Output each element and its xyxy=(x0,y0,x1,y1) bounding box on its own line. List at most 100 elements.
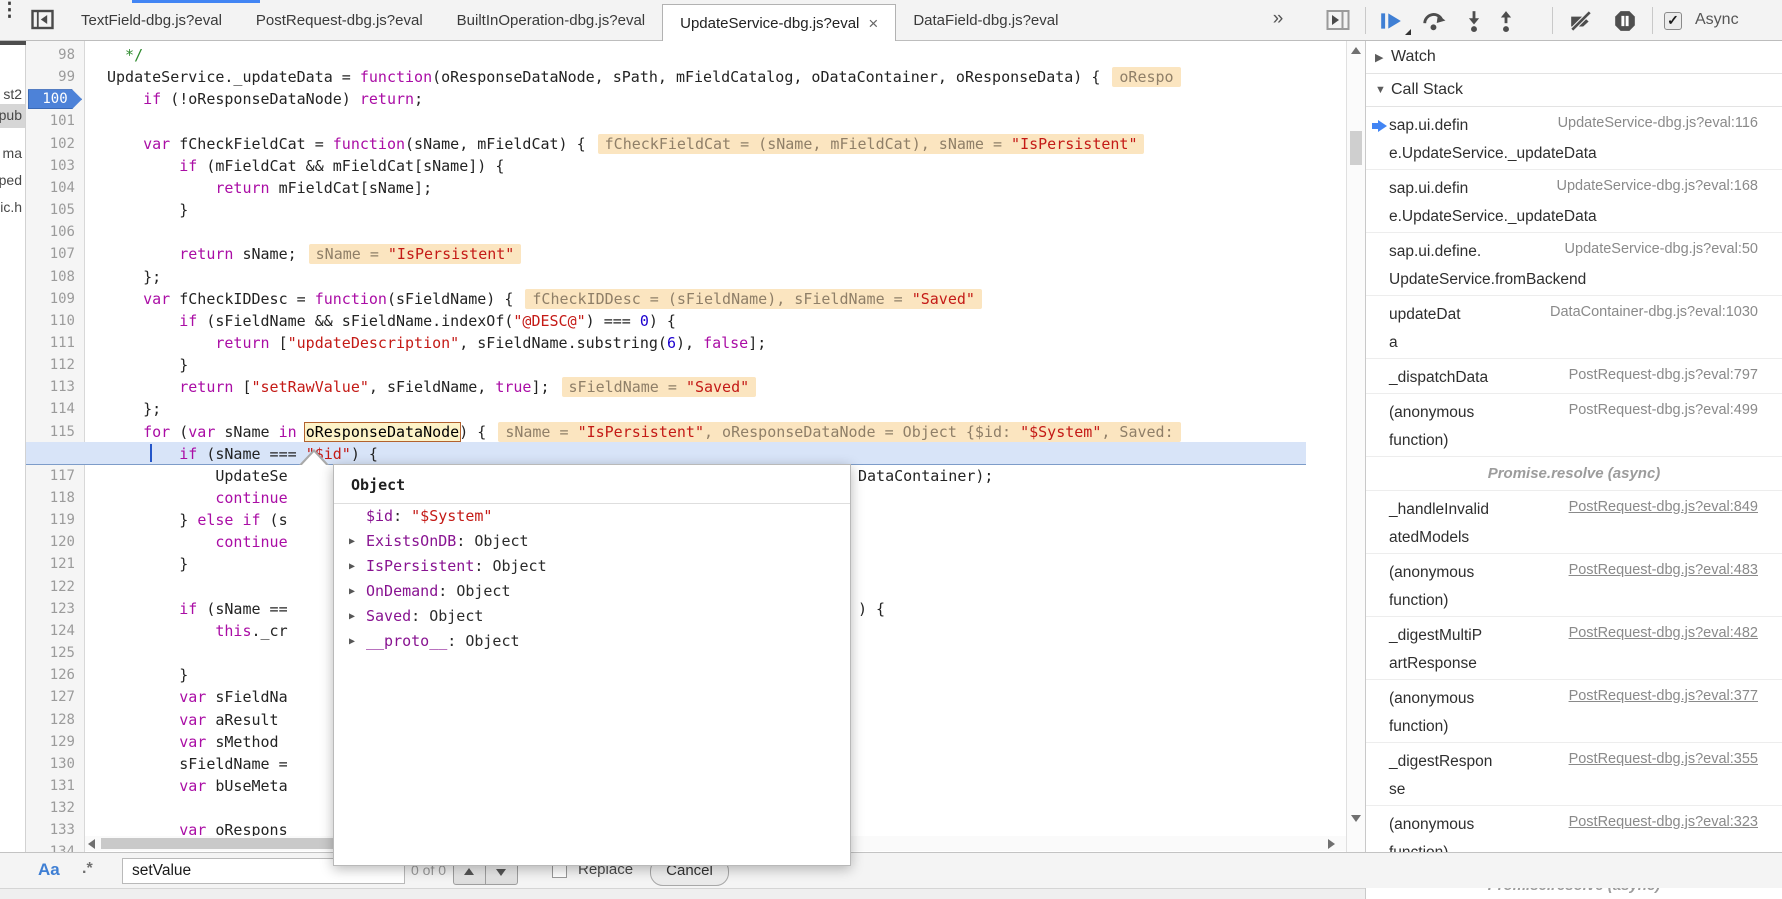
line-number[interactable]: 111 xyxy=(50,332,75,354)
line-number[interactable]: 110 xyxy=(50,310,75,332)
code-line[interactable]: sFieldName = xyxy=(85,753,288,775)
regex-button[interactable]: .* xyxy=(82,860,93,878)
deactivate-breakpoints-button[interactable] xyxy=(1566,9,1592,33)
object-property[interactable]: ▶IsPersistent: Object xyxy=(334,554,850,579)
code-line[interactable]: continue xyxy=(85,531,288,553)
line-number[interactable]: 130 xyxy=(50,753,75,775)
line-number[interactable]: 120 xyxy=(50,531,75,553)
navigator-item-fragment[interactable]: ped xyxy=(0,172,22,188)
expand-triangle-icon[interactable]: ▶ xyxy=(349,554,355,579)
frame-location[interactable]: PostRequest-dbg.js?eval:482 xyxy=(1569,625,1758,641)
line-number[interactable]: 107 xyxy=(50,243,75,265)
frame-location[interactable]: PostRequest-dbg.js?eval:499 xyxy=(1569,402,1758,418)
stack-frame[interactable]: _dispatchDataPostRequest-dbg.js?eval:797 xyxy=(1366,359,1782,394)
call-stack-section-header[interactable]: ▼ Call Stack xyxy=(1366,74,1782,107)
object-property[interactable]: $id: "$System" xyxy=(334,504,850,529)
line-number[interactable]: 127 xyxy=(50,686,75,708)
line-number[interactable]: 128 xyxy=(50,709,75,731)
stack-frame[interactable]: (anonymousfunction)PostRequest-dbg.js?ev… xyxy=(1366,554,1782,617)
code-line[interactable]: if (sName == xyxy=(85,598,288,620)
frame-location[interactable]: PostRequest-dbg.js?eval:797 xyxy=(1569,367,1758,383)
object-property[interactable]: ▶OnDemand: Object xyxy=(334,579,850,604)
tab-BuiltInOperation-dbg.js?eval[interactable]: BuiltInOperation-dbg.js?eval xyxy=(440,0,662,41)
code-line[interactable]: return ["setRawValue", sFieldName, true]… xyxy=(85,376,756,398)
stack-frame[interactable]: sap.ui.define.UpdateService.fromBackendU… xyxy=(1366,233,1782,296)
code-line[interactable]: var fCheckIDDesc = function(sFieldName) … xyxy=(85,288,982,310)
line-number[interactable]: 98 xyxy=(58,44,75,66)
expand-triangle-icon[interactable]: ▶ xyxy=(349,529,355,554)
proto-property[interactable]: ▶__proto__: Object xyxy=(334,629,850,654)
navigator-item-fragment[interactable]: pub xyxy=(0,107,22,123)
expand-triangle-icon[interactable]: ▶ xyxy=(349,604,355,629)
code-line[interactable]: } xyxy=(85,664,188,686)
stack-frame[interactable]: (anonymousfunction)PostRequest-dbg.js?ev… xyxy=(1366,394,1782,457)
line-number[interactable]: 122 xyxy=(50,576,75,598)
line-number[interactable]: 129 xyxy=(50,731,75,753)
code-line[interactable]: if (!oResponseDataNode) return; xyxy=(85,88,423,110)
code-line[interactable]: if (sFieldName && sFieldName.indexOf("@D… xyxy=(85,310,676,332)
stack-frame[interactable]: sap.ui.define.UpdateService._updateDataU… xyxy=(1366,107,1782,170)
scroll-up-icon[interactable] xyxy=(1351,47,1361,54)
stack-frame[interactable]: (anonymousfunction)PostRequest-dbg.js?ev… xyxy=(1366,680,1782,743)
editor-vertical-scrollbar[interactable] xyxy=(1346,41,1365,852)
navigator-item-fragment[interactable]: st2 xyxy=(3,86,22,102)
resume-button[interactable] xyxy=(1378,9,1404,33)
line-number[interactable]: 114 xyxy=(50,398,75,420)
stack-frame[interactable]: _digestResponsePostRequest-dbg.js?eval:3… xyxy=(1366,743,1782,806)
code-line[interactable] xyxy=(85,221,107,243)
tab-DataField-dbg.js?eval[interactable]: DataField-dbg.js?eval xyxy=(896,0,1075,41)
line-number[interactable]: 133 xyxy=(50,819,75,841)
navigator-item-fragment[interactable]: ic.h xyxy=(0,199,22,215)
match-case-button[interactable]: Aa xyxy=(38,860,60,880)
code-line[interactable]: UpdateService._updateData = function(oRe… xyxy=(85,66,1181,88)
line-number[interactable]: 113 xyxy=(50,376,75,398)
code-line[interactable]: this._cr xyxy=(85,620,288,642)
line-number[interactable]: 121 xyxy=(50,553,75,575)
code-line[interactable]: var fCheckFieldCat = function(sName, mFi… xyxy=(85,133,1144,155)
code-line[interactable]: UpdateSe xyxy=(85,465,288,487)
code-line[interactable]: var aResult xyxy=(85,709,288,731)
code-line[interactable]: var sFieldNa xyxy=(85,686,288,708)
object-property[interactable]: ▶Saved: Object xyxy=(334,604,850,629)
line-number[interactable]: 101 xyxy=(50,110,75,132)
code-line[interactable] xyxy=(85,797,107,819)
stack-frame[interactable]: _digestMultiPartResponsePostRequest-dbg.… xyxy=(1366,617,1782,680)
async-checkbox[interactable]: ✓ xyxy=(1664,12,1682,30)
code-line[interactable]: return mFieldCat[sName]; xyxy=(85,177,432,199)
code-line[interactable]: */ xyxy=(85,44,143,66)
line-number[interactable]: 112 xyxy=(50,354,75,376)
tab-PostRequest-dbg.js?eval[interactable]: PostRequest-dbg.js?eval xyxy=(239,0,440,41)
line-number[interactable]: 125 xyxy=(50,642,75,664)
line-number[interactable]: 105 xyxy=(50,199,75,221)
close-icon[interactable]: × xyxy=(868,16,878,31)
line-number[interactable]: 126 xyxy=(50,664,75,686)
expand-triangle-icon[interactable]: ▶ xyxy=(349,579,355,604)
scroll-right-icon[interactable] xyxy=(1328,839,1335,849)
object-property[interactable]: ▶ExistsOnDB: Object xyxy=(334,529,850,554)
navigator-toggle-icon[interactable] xyxy=(31,9,54,35)
scroll-down-icon[interactable] xyxy=(1351,815,1361,822)
frame-location[interactable]: UpdateService-dbg.js?eval:168 xyxy=(1556,178,1758,194)
frame-location[interactable]: PostRequest-dbg.js?eval:377 xyxy=(1569,688,1758,704)
step-over-button[interactable] xyxy=(1420,9,1446,33)
code-line[interactable]: } xyxy=(85,553,188,575)
pause-on-exceptions-button[interactable] xyxy=(1612,9,1638,33)
line-number[interactable]: 132 xyxy=(50,797,75,819)
frame-location[interactable]: UpdateService-dbg.js?eval:116 xyxy=(1558,115,1758,131)
code-line[interactable]: } xyxy=(85,354,188,376)
navigator-item-fragment[interactable]: ma xyxy=(3,145,22,161)
line-number[interactable]: 124 xyxy=(50,620,75,642)
line-number[interactable]: 109 xyxy=(50,288,75,310)
frame-location[interactable]: PostRequest-dbg.js?eval:355 xyxy=(1569,751,1758,767)
line-number[interactable]: 131 xyxy=(50,775,75,797)
frame-location[interactable]: PostRequest-dbg.js?eval:323 xyxy=(1569,814,1758,830)
step-out-button[interactable] xyxy=(1494,9,1520,33)
tab-UpdateService-dbg.js?eval[interactable]: UpdateService-dbg.js?eval× xyxy=(662,4,896,41)
code-line[interactable]: for (var sName in oResponseDataNode) {sN… xyxy=(85,421,1181,443)
vertical-scroll-thumb[interactable] xyxy=(1350,131,1362,165)
stack-frame[interactable]: sap.ui.define.UpdateService._updateDataU… xyxy=(1366,170,1782,233)
line-number[interactable]: 118 xyxy=(50,487,75,509)
line-number[interactable]: 108 xyxy=(50,266,75,288)
code-line[interactable]: }; xyxy=(85,266,161,288)
scroll-left-icon[interactable] xyxy=(88,839,95,849)
